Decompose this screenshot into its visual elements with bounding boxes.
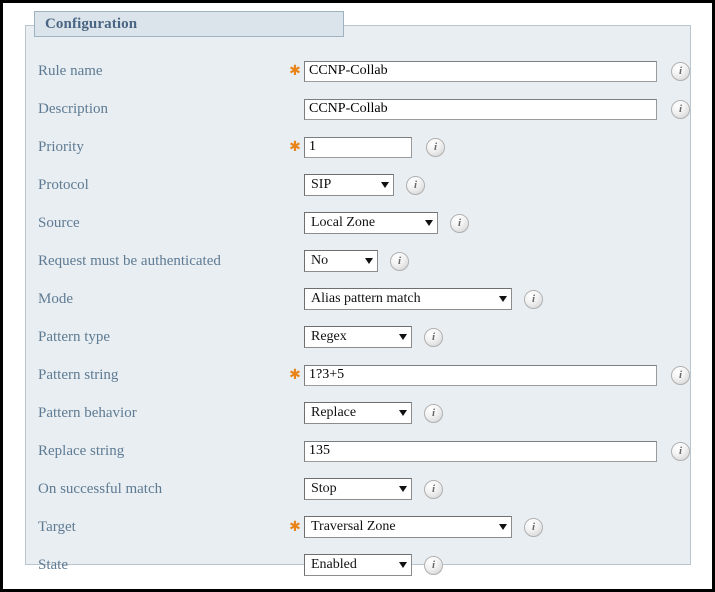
required-marker-priority: ✱: [289, 139, 301, 155]
label-pattern-type: Pattern type: [38, 328, 111, 345]
label-priority: Priority: [38, 138, 84, 155]
chevron-down-icon: [399, 562, 407, 568]
control-wrap-mode: Alias pattern match i: [304, 288, 690, 310]
label-pattern-behavior: Pattern behavior: [38, 404, 137, 421]
control-wrap-target: Traversal Zone i: [304, 516, 690, 538]
label-pattern-string: Pattern string: [38, 366, 119, 383]
info-icon-mode[interactable]: i: [524, 289, 543, 309]
control-wrap-replace-string: i: [304, 440, 690, 462]
label-replace-string: Replace string: [38, 442, 125, 459]
rule-name-input[interactable]: [304, 60, 657, 82]
info-icon-rule-name[interactable]: i: [671, 61, 690, 81]
description-input[interactable]: [304, 98, 657, 120]
label-mode: Mode: [38, 290, 73, 307]
label-on-successful-match: On successful match: [38, 480, 163, 497]
label-protocol: Protocol: [38, 176, 89, 193]
panel-legend: Configuration: [34, 11, 344, 37]
chevron-down-icon: [381, 182, 389, 188]
chevron-down-icon: [499, 296, 507, 302]
configuration-panel: Configuration Rule name✱iDescriptioniPri…: [25, 11, 691, 576]
on-successful-match-selected-value: Stop: [311, 481, 337, 496]
protocol-selected-value: SIP: [311, 177, 332, 192]
form-row-target: Target ✱ Traversal Zone i: [26, 508, 690, 546]
form-row-pattern-string: Pattern string ✱ i: [26, 356, 690, 394]
info-icon-description[interactable]: i: [671, 99, 690, 119]
request-must-be-authenticated-selected-value: No: [311, 253, 329, 268]
chevron-down-icon: [499, 524, 507, 530]
label-source: Source: [38, 214, 80, 231]
chevron-down-icon: [399, 486, 407, 492]
info-icon-protocol[interactable]: i: [406, 175, 425, 195]
required-marker-pattern-string: ✱: [289, 367, 301, 383]
label-target: Target: [38, 518, 76, 535]
control-wrap-pattern-type: Regex i: [304, 326, 690, 348]
mode-selected-value: Alias pattern match: [311, 291, 421, 306]
label-description: Description: [38, 100, 108, 117]
info-icon-on-successful-match[interactable]: i: [424, 479, 443, 499]
control-wrap-state: Enabled i: [304, 554, 690, 576]
control-wrap-rule-name: i: [304, 60, 690, 82]
replace-string-input[interactable]: [304, 440, 657, 462]
target-selected-value: Traversal Zone: [311, 519, 396, 534]
info-icon-pattern-behavior[interactable]: i: [424, 403, 443, 423]
info-icon-request-must-be-authenticated[interactable]: i: [390, 251, 409, 271]
state-select[interactable]: Enabled: [304, 554, 412, 576]
info-icon-target[interactable]: i: [524, 517, 543, 537]
form-row-request-must-be-authenticated: Request must be authenticated No i: [26, 242, 690, 280]
chevron-down-icon: [399, 410, 407, 416]
form-row-description: Description i: [26, 90, 690, 128]
pattern-string-input[interactable]: [304, 364, 657, 386]
configuration-form: Rule name✱iDescriptioniPriority✱iProtoco…: [26, 52, 690, 584]
chevron-down-icon: [425, 220, 433, 226]
request-must-be-authenticated-select[interactable]: No: [304, 250, 378, 272]
control-wrap-description: i: [304, 98, 690, 120]
page-frame: Configuration Rule name✱iDescriptioniPri…: [0, 0, 715, 592]
panel-legend-label: Configuration: [45, 15, 138, 32]
info-icon-source[interactable]: i: [450, 213, 469, 233]
pattern-behavior-selected-value: Replace: [311, 405, 357, 420]
label-state: State: [38, 556, 68, 573]
info-icon-replace-string[interactable]: i: [671, 441, 690, 461]
chevron-down-icon: [365, 258, 373, 264]
form-row-rule-name: Rule name ✱ i: [26, 52, 690, 90]
control-wrap-on-successful-match: Stop i: [304, 478, 690, 500]
info-icon-pattern-type[interactable]: i: [424, 327, 443, 347]
info-icon-priority[interactable]: i: [426, 137, 445, 157]
info-icon-state[interactable]: i: [424, 555, 443, 575]
source-selected-value: Local Zone: [311, 215, 376, 230]
control-wrap-pattern-behavior: Replace i: [304, 402, 690, 424]
info-icon-pattern-string[interactable]: i: [671, 365, 690, 385]
control-wrap-source: Local Zone i: [304, 212, 690, 234]
form-row-on-successful-match: On successful match Stop i: [26, 470, 690, 508]
form-row-pattern-type: Pattern type Regex i: [26, 318, 690, 356]
control-wrap-request-must-be-authenticated: No i: [304, 250, 690, 272]
target-select[interactable]: Traversal Zone: [304, 516, 512, 538]
on-successful-match-select[interactable]: Stop: [304, 478, 412, 500]
protocol-select[interactable]: SIP: [304, 174, 394, 196]
required-marker-target: ✱: [289, 519, 301, 535]
form-row-mode: Mode Alias pattern match i: [26, 280, 690, 318]
pattern-behavior-select[interactable]: Replace: [304, 402, 412, 424]
control-wrap-pattern-string: i: [304, 364, 690, 386]
form-row-protocol: Protocol SIP i: [26, 166, 690, 204]
priority-input[interactable]: [304, 136, 412, 158]
state-selected-value: Enabled: [311, 557, 357, 572]
form-row-priority: Priority ✱ i: [26, 128, 690, 166]
chevron-down-icon: [399, 334, 407, 340]
source-select[interactable]: Local Zone: [304, 212, 438, 234]
form-row-source: Source Local Zone i: [26, 204, 690, 242]
form-row-state: State Enabled i: [26, 546, 690, 584]
form-row-replace-string: Replace string i: [26, 432, 690, 470]
control-wrap-priority: i: [304, 136, 690, 158]
pattern-type-selected-value: Regex: [311, 329, 347, 344]
required-marker-rule-name: ✱: [289, 63, 301, 79]
label-rule-name: Rule name: [38, 62, 103, 79]
mode-select[interactable]: Alias pattern match: [304, 288, 512, 310]
form-row-pattern-behavior: Pattern behavior Replace i: [26, 394, 690, 432]
pattern-type-select[interactable]: Regex: [304, 326, 412, 348]
control-wrap-protocol: SIP i: [304, 174, 690, 196]
label-request-must-be-authenticated: Request must be authenticated: [38, 252, 221, 269]
